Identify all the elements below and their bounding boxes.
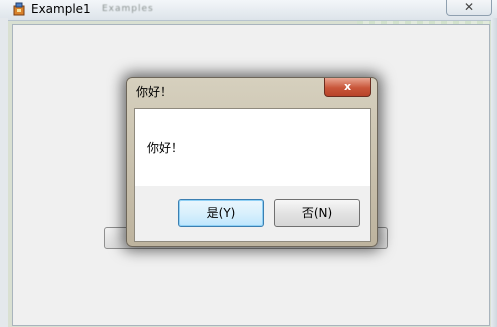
window-left-edge [0,18,8,327]
blurred-window-title: Examples [102,4,154,14]
close-icon: x [343,80,352,93]
window-title: Example1 [31,2,91,16]
close-icon: ✕ [463,0,475,14]
window-close-button[interactable]: ✕ [446,0,492,16]
dialog-close-button[interactable]: x [324,78,371,97]
dialog-message: 你好！ [147,141,184,155]
dialog-title: 你好！ [136,85,173,99]
app-icon [13,2,25,16]
no-button[interactable]: 否(N) [274,199,360,227]
window-titlebar: Example1 Examples ✕ [0,0,497,21]
message-area: 你好！ [135,109,370,186]
dialog-body: 你好！ 是(Y) 否(N) [134,108,371,242]
window-right-edge [491,18,497,327]
yes-button[interactable]: 是(Y) [178,199,264,227]
message-dialog: 你好！ x 你好！ 是(Y) 否(N) [126,77,378,247]
